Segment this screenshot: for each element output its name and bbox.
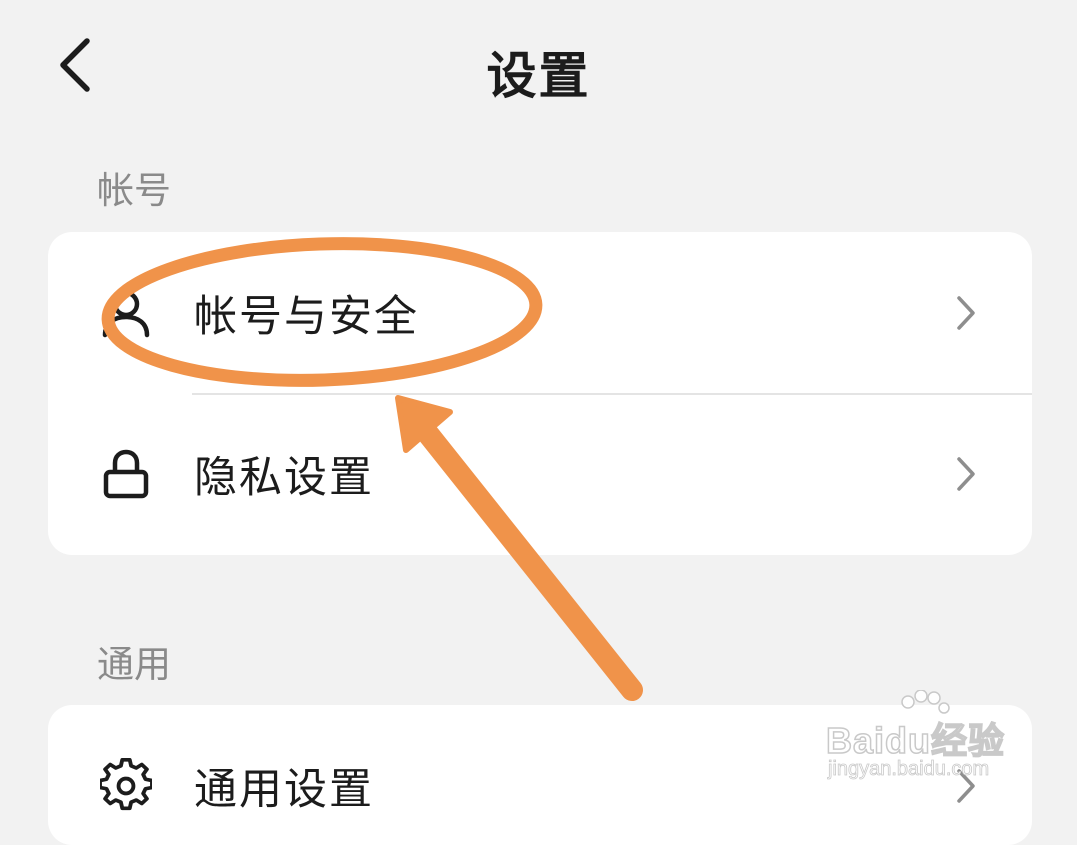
account-card: 帐号与安全 隐私设置 — [48, 232, 1032, 555]
chevron-right-icon — [954, 766, 978, 806]
row-privacy-settings[interactable]: 隐私设置 — [48, 393, 1032, 554]
row-general-settings[interactable]: 通用设置 — [48, 705, 1032, 845]
row-label-privacy-settings: 隐私设置 — [194, 452, 374, 503]
page-title: 设置 — [486, 47, 591, 105]
lock-icon — [100, 448, 152, 500]
chevron-right-icon — [954, 293, 978, 333]
section-header-general: 通用 — [97, 643, 171, 686]
row-label-general-settings: 通用设置 — [194, 764, 374, 815]
chevron-right-icon — [954, 454, 978, 494]
user-icon — [100, 287, 152, 339]
row-account-security[interactable]: 帐号与安全 — [48, 232, 1032, 393]
gear-icon — [100, 757, 152, 812]
section-header-account: 帐号 — [97, 169, 171, 212]
nav-bar: 设置 — [0, 0, 1077, 140]
general-card: 通用设置 — [48, 705, 1032, 845]
row-label-account-security: 帐号与安全 — [194, 291, 419, 342]
